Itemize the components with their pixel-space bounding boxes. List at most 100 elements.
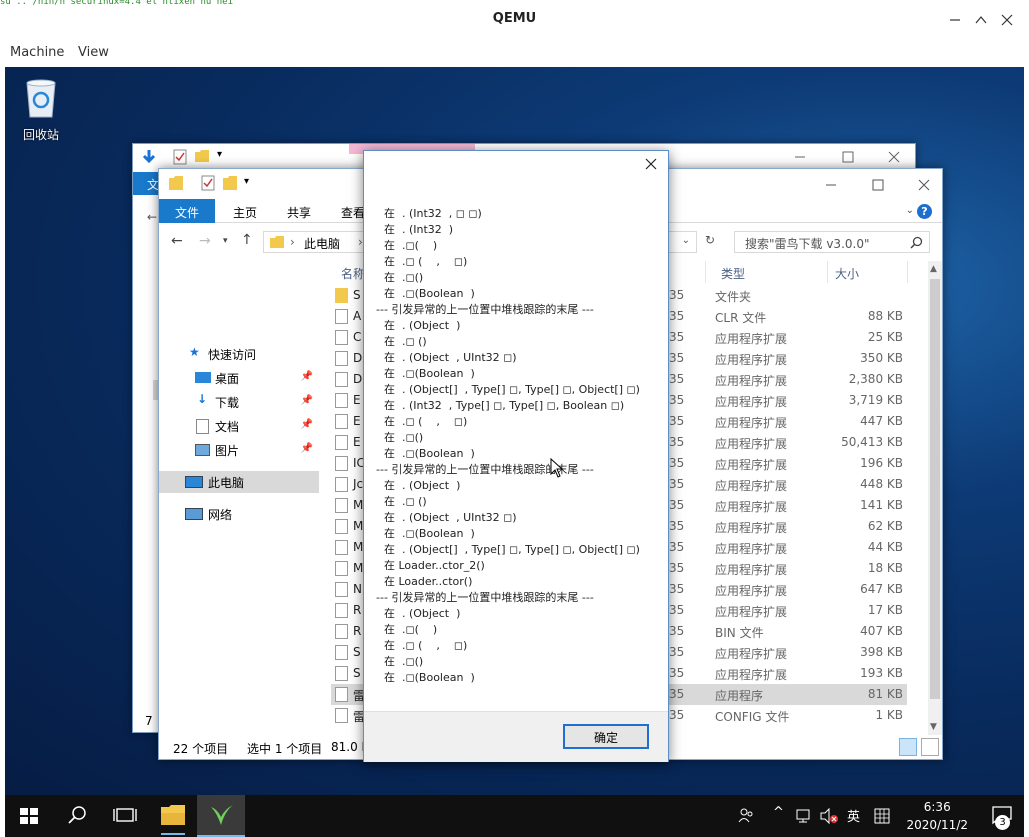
- scroll-thumb[interactable]: [930, 279, 940, 699]
- column-header-size[interactable]: 大小: [835, 261, 859, 283]
- menu-machine[interactable]: Machine: [10, 45, 64, 60]
- forward-arrow-icon[interactable]: →: [199, 233, 211, 249]
- volume-muted-icon[interactable]: [819, 807, 839, 825]
- vertical-scrollbar[interactable]: ▲ ▼: [928, 261, 942, 735]
- navigation-pane: ★ 快速访问 桌面 📌 ↓ 下载 📌 文档 📌 图片 📌 此电脑 网络: [159, 261, 319, 735]
- scroll-down-icon[interactable]: ▼: [930, 722, 937, 732]
- nav-item-pictures[interactable]: 图片 📌: [159, 439, 319, 461]
- download-arrow-icon: [142, 150, 156, 164]
- network-icon[interactable]: [795, 807, 813, 825]
- help-icon[interactable]: ?: [917, 204, 932, 219]
- recycle-bin[interactable]: 回收站: [15, 77, 67, 143]
- ime-indicator[interactable]: 英: [847, 806, 860, 825]
- expand-ribbon-icon[interactable]: ⌄: [906, 205, 914, 216]
- pin-icon[interactable]: 📌: [301, 395, 313, 406]
- file-icon: [335, 582, 348, 597]
- clock-date: 2020/11/2: [906, 818, 968, 832]
- file-name: R: [353, 624, 362, 638]
- windows-start-icon[interactable]: [5, 795, 53, 837]
- keyboard-icon[interactable]: [873, 807, 891, 825]
- back-arrow-icon[interactable]: ←: [147, 210, 157, 224]
- scroll-up-icon[interactable]: ▲: [930, 264, 937, 274]
- minimize-icon[interactable]: [823, 177, 839, 193]
- stack-trace-line: 在 . (Object ): [384, 479, 461, 492]
- network-icon: [185, 508, 203, 520]
- address-dropdown-icon[interactable]: ⌄: [682, 235, 690, 246]
- show-hidden-icons-icon[interactable]: ^: [773, 805, 784, 820]
- customize-toolbar-icon[interactable]: ▾: [244, 176, 249, 187]
- file-type: 应用程序扩展: [715, 332, 788, 346]
- column-separator[interactable]: [907, 261, 908, 283]
- search-icon[interactable]: [53, 795, 101, 837]
- close-icon[interactable]: [916, 177, 932, 193]
- stack-trace-line: 在 .◻(Boolean ): [384, 287, 475, 300]
- clock[interactable]: 6:36 2020/11/2: [906, 798, 968, 834]
- properties-icon[interactable]: [201, 175, 215, 191]
- tab-home[interactable]: 主页: [221, 199, 269, 223]
- close-icon[interactable]: [887, 150, 901, 164]
- maximize-icon[interactable]: [841, 150, 855, 164]
- nav-item-this-pc[interactable]: 此电脑: [159, 471, 319, 493]
- file-name: C: [353, 330, 362, 344]
- frame-edge: [1024, 67, 1029, 837]
- recent-locations-icon[interactable]: ▾: [223, 236, 228, 246]
- nav-item-documents[interactable]: 文档 📌: [159, 415, 319, 437]
- details-view-icon[interactable]: [899, 738, 917, 756]
- large-icons-view-icon[interactable]: [921, 738, 939, 756]
- recycle-bin-icon: [26, 79, 56, 118]
- search-input[interactable]: 搜索"雷鸟下载 v3.0.0": [734, 231, 930, 253]
- file-date: 35: [669, 519, 685, 533]
- column-separator[interactable]: [705, 261, 706, 283]
- file-type: 应用程序扩展: [715, 542, 788, 556]
- column-separator[interactable]: [827, 261, 828, 283]
- file-explorer-icon[interactable]: [149, 795, 197, 837]
- desktop-icon: [195, 372, 211, 383]
- breadcrumb[interactable]: 此电脑: [304, 235, 340, 252]
- pin-icon[interactable]: 📌: [301, 371, 313, 382]
- file-type: 应用程序扩展: [715, 521, 788, 535]
- new-folder-icon[interactable]: [223, 176, 237, 190]
- close-icon[interactable]: [997, 10, 1017, 30]
- chevron-down-icon[interactable]: ▾: [217, 149, 222, 160]
- file-icon: [335, 414, 348, 429]
- search-icon[interactable]: [910, 236, 923, 249]
- column-header-type[interactable]: 类型: [721, 261, 745, 283]
- clock-time: 6:36: [923, 800, 951, 814]
- error-dialog[interactable]: 在 . (Int32 , ◻ ◻) 在 . (Int32 ) 在 .◻( ) 在 .◻…: [363, 150, 669, 762]
- folder-icon: [270, 236, 284, 248]
- tab-file[interactable]: 文件: [159, 199, 215, 223]
- tab-share[interactable]: 共享: [275, 199, 323, 223]
- stack-trace-line: 在 . (Object[] , Type[] ◻, Type[] ◻, Obje…: [384, 543, 640, 556]
- minimize-icon[interactable]: [945, 10, 965, 30]
- guest-desktop: 回收站 ▾ 文 ← 7 ▾ 文件 主页 共享 查看 ⌄ ? ← → ▾ ↑ › …: [5, 67, 1024, 795]
- stack-trace-line: 在 .◻ (): [384, 495, 427, 508]
- file-date: 35: [669, 435, 685, 449]
- file-size: 647 KB: [860, 582, 903, 596]
- nav-item-network[interactable]: 网络: [159, 503, 319, 525]
- dialog-footer: 确定: [364, 711, 668, 762]
- file-icon: [335, 456, 348, 471]
- back-arrow-icon[interactable]: ←: [171, 233, 183, 249]
- nav-item-desktop[interactable]: 桌面 📌: [159, 367, 319, 389]
- menu-view[interactable]: View: [78, 45, 109, 60]
- pin-icon[interactable]: 📌: [301, 443, 313, 454]
- file-name: M: [353, 540, 364, 554]
- nav-item-downloads[interactable]: ↓ 下载 📌: [159, 391, 319, 413]
- up-arrow-icon[interactable]: ↑: [241, 232, 253, 248]
- breadcrumb-chevron-icon[interactable]: ›: [290, 235, 295, 249]
- stack-trace-line: 在 .◻(Boolean ): [384, 671, 475, 684]
- pin-icon[interactable]: 📌: [301, 419, 313, 430]
- nav-item-quick-access[interactable]: ★ 快速访问: [159, 343, 319, 365]
- task-view-icon[interactable]: [101, 795, 149, 837]
- ok-button[interactable]: 确定: [563, 724, 649, 749]
- stack-trace-line: 在 . (Object , UInt32 ◻): [384, 511, 517, 524]
- maximize-icon[interactable]: [870, 177, 886, 193]
- people-icon[interactable]: [737, 806, 755, 824]
- file-type: 应用程序扩展: [715, 647, 788, 661]
- minimize-icon[interactable]: [793, 150, 807, 164]
- maximize-icon[interactable]: [971, 10, 991, 30]
- refresh-icon[interactable]: ↻: [705, 233, 715, 247]
- taskbar-app-thunderbird[interactable]: [197, 795, 245, 837]
- file-icon: [335, 435, 348, 450]
- column-header-name[interactable]: 名称: [341, 261, 365, 283]
